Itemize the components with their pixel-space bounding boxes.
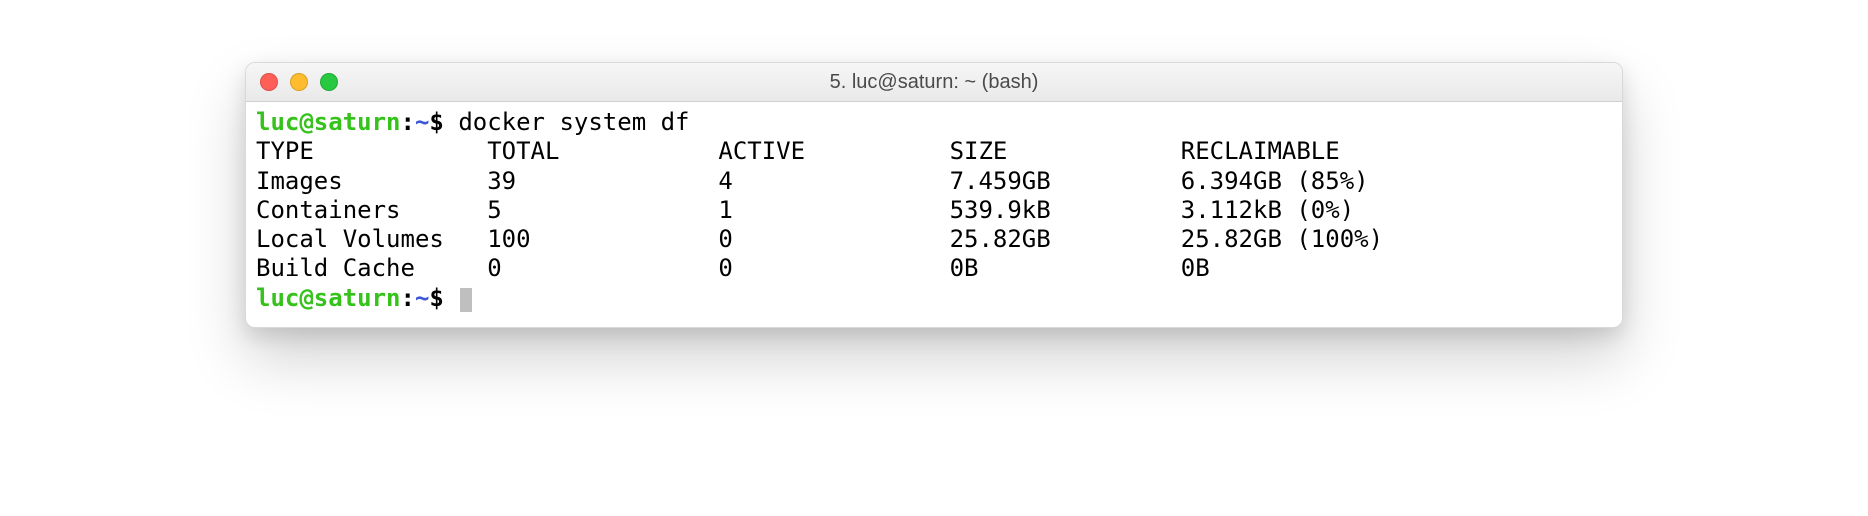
- prompt-user-host: luc@saturn: [256, 108, 401, 136]
- prompt-separator: :: [401, 108, 415, 136]
- prompt-path: ~: [415, 284, 429, 312]
- zoom-icon[interactable]: [320, 73, 338, 91]
- table-row: Images 39 4 7.459GB 6.394GB (85%): [256, 167, 1612, 196]
- terminal-body[interactable]: luc@saturn:~$ docker system dfTYPE TOTAL…: [246, 102, 1622, 327]
- prompt-symbol: $: [429, 284, 443, 312]
- cursor-icon: [460, 288, 472, 312]
- prompt-symbol: $: [429, 108, 443, 136]
- prompt-user-host: luc@saturn: [256, 284, 401, 312]
- window-controls: [260, 73, 338, 91]
- window-title: 5. luc@saturn: ~ (bash): [246, 71, 1622, 94]
- table-row: Local Volumes 100 0 25.82GB 25.82GB (100…: [256, 225, 1612, 254]
- terminal-window: 5. luc@saturn: ~ (bash) luc@saturn:~$ do…: [245, 62, 1623, 328]
- prompt-separator: :: [401, 284, 415, 312]
- table-header: TYPE TOTAL ACTIVE SIZE RECLAIMABLE: [256, 137, 1612, 166]
- command-text: docker system df: [458, 108, 689, 136]
- table-row: Build Cache 0 0 0B 0B: [256, 254, 1612, 283]
- prompt-path: ~: [415, 108, 429, 136]
- table-row: Containers 5 1 539.9kB 3.112kB (0%): [256, 196, 1612, 225]
- minimize-icon[interactable]: [290, 73, 308, 91]
- titlebar[interactable]: 5. luc@saturn: ~ (bash): [246, 63, 1622, 102]
- prompt-line-2: luc@saturn:~$: [256, 284, 1612, 313]
- prompt-line-1: luc@saturn:~$ docker system df: [256, 108, 1612, 137]
- close-icon[interactable]: [260, 73, 278, 91]
